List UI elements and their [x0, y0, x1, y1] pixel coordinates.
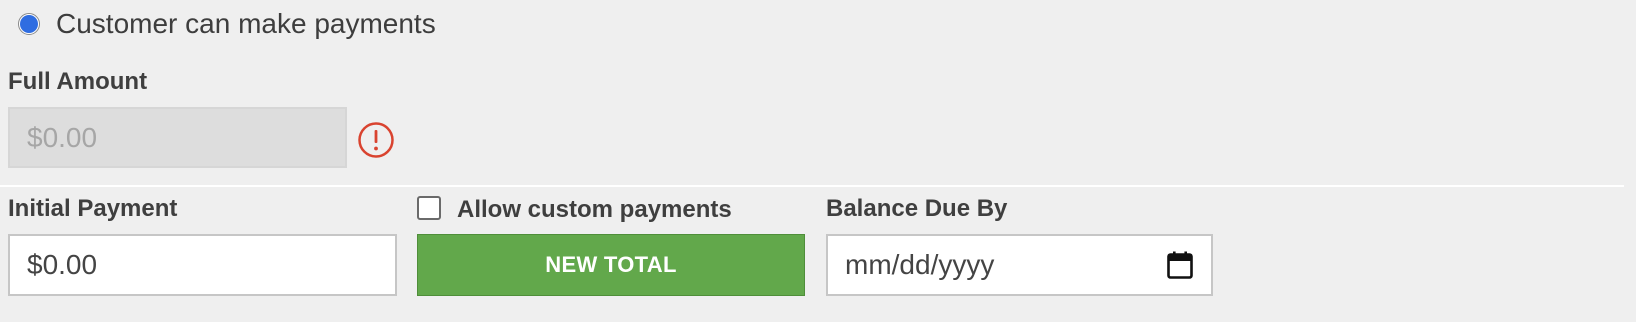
customer-payments-radio[interactable]	[18, 13, 40, 35]
full-amount-label: Full Amount	[8, 68, 148, 95]
calendar-icon[interactable]	[1167, 251, 1193, 279]
full-amount-value: $0.00	[27, 121, 98, 153]
section-divider	[0, 185, 1624, 187]
payment-settings-panel: Customer can make payments Full Amount $…	[0, 0, 1636, 322]
initial-payment-label: Initial Payment	[8, 195, 178, 222]
balance-due-date-input[interactable]: mm/dd/yyyy	[826, 234, 1213, 296]
initial-payment-value: $0.00	[27, 249, 98, 280]
exclamation-circle-icon	[358, 122, 394, 158]
customer-payments-label: Customer can make payments	[56, 8, 436, 39]
allow-custom-payments-label: Allow custom payments	[457, 196, 732, 223]
balance-due-placeholder: mm/dd/yyyy	[845, 249, 995, 280]
customer-payments-radio-option[interactable]: Customer can make payments	[18, 6, 436, 42]
full-amount-input: $0.00	[8, 107, 347, 168]
radio-selected-dot	[20, 15, 38, 33]
balance-due-label: Balance Due By	[826, 195, 1008, 222]
new-total-button[interactable]: NEW TOTAL	[417, 234, 805, 296]
initial-payment-input[interactable]: $0.00	[8, 234, 397, 296]
allow-custom-payments-checkbox[interactable]	[417, 196, 441, 220]
